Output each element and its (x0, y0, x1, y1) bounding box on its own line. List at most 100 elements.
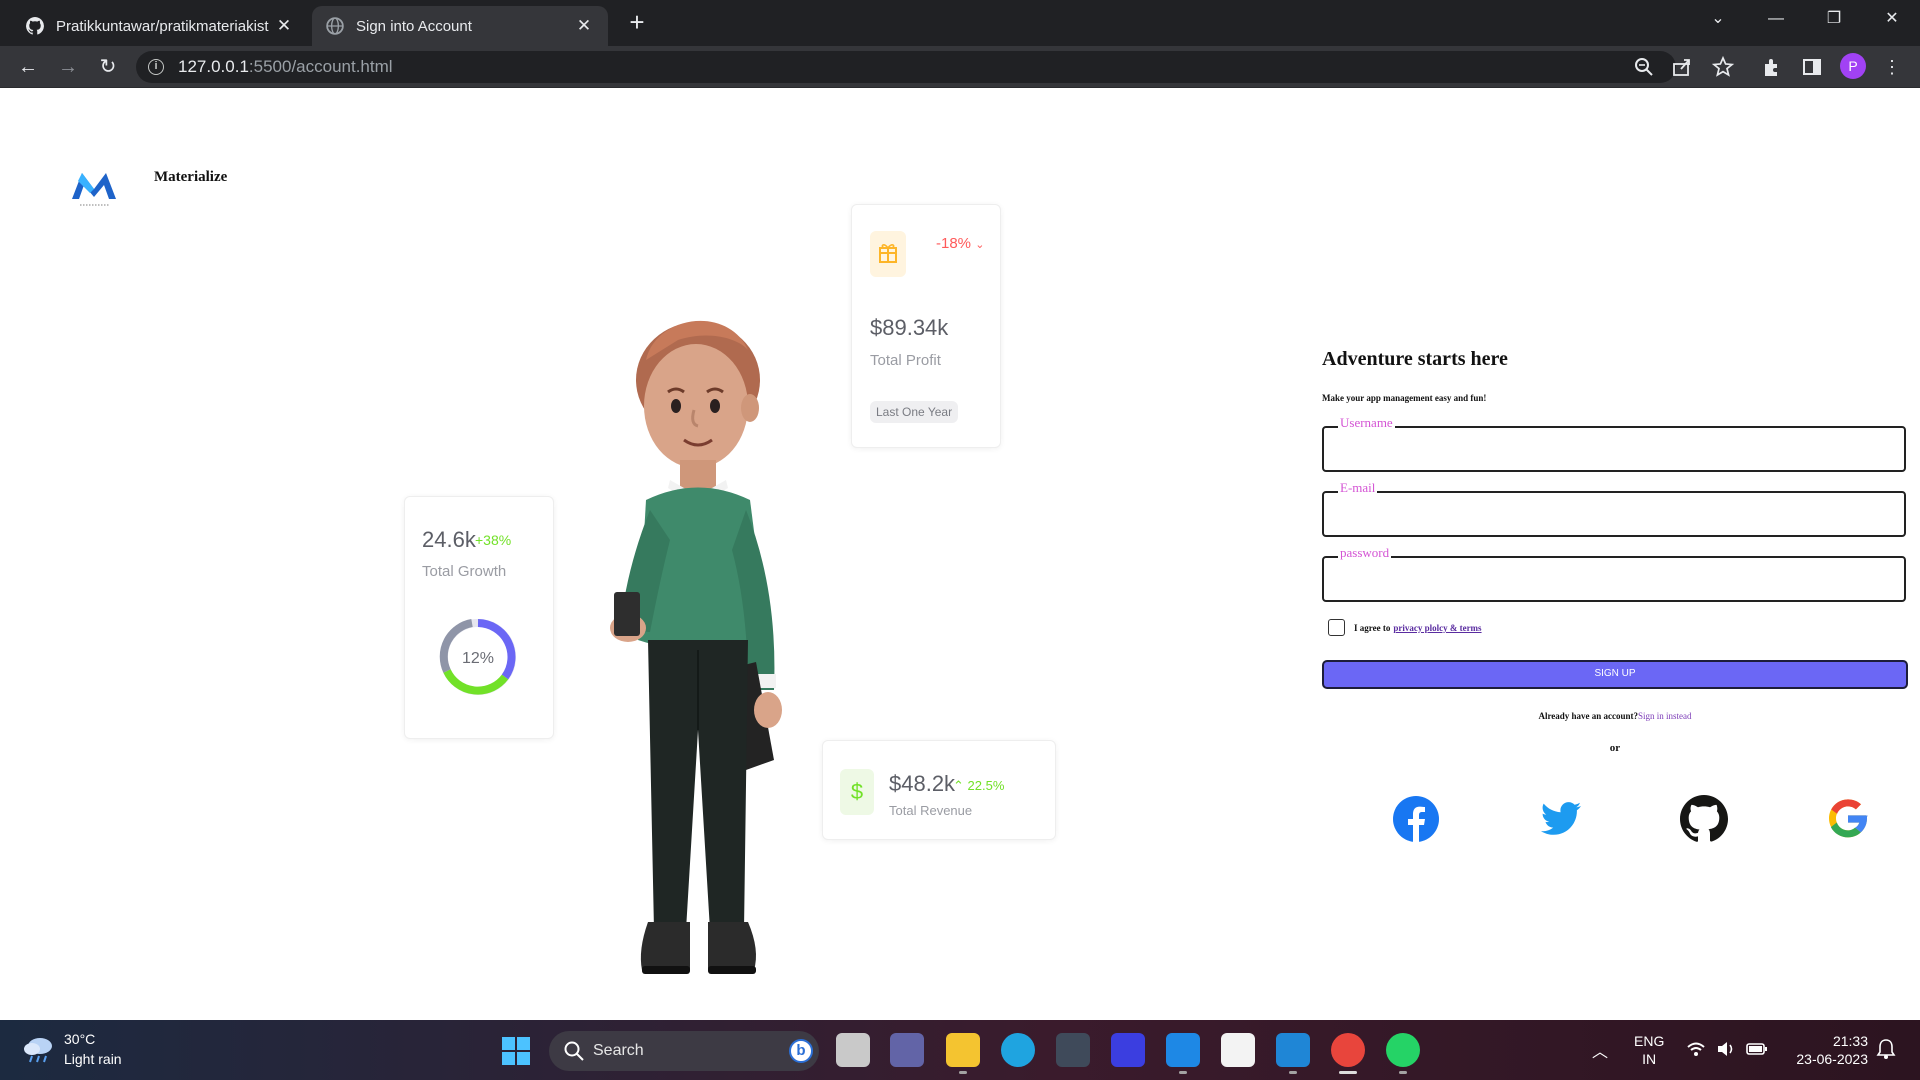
bookmark-star-icon[interactable] (1711, 55, 1735, 79)
tab-search-icon[interactable]: ⌄ (1690, 0, 1746, 38)
browser-toolbar: ← → ↻ i 127.0.0.1:5500/account.html ⋮ (0, 46, 1920, 88)
back-button[interactable]: ← (12, 51, 44, 83)
taskbar-search[interactable]: Search b (549, 1031, 819, 1071)
system-clock[interactable]: 21:33 23-06-2023 (1784, 1032, 1868, 1068)
new-tab-button[interactable]: + (622, 8, 652, 38)
windows-taskbar: 30°C Light rain Search b ︿ ENG IN 21:33 23… (0, 1020, 1920, 1080)
facebook-icon[interactable] (1392, 795, 1440, 843)
vscode-icon[interactable] (1276, 1033, 1310, 1074)
character-illustration (610, 320, 782, 974)
running-indicator (1339, 1071, 1357, 1074)
password-input[interactable] (1324, 558, 1904, 600)
file-explorer-icon[interactable] (946, 1033, 980, 1074)
chrome-icon[interactable] (1331, 1033, 1365, 1074)
growth-change: +38% (475, 532, 512, 548)
restore-button[interactable]: ❐ (1806, 0, 1862, 38)
globe-icon (326, 17, 344, 35)
running-indicator (959, 1071, 967, 1074)
menu-kebab-icon[interactable]: ⋮ (1880, 55, 1904, 79)
chevron-down-icon: ⌄ (975, 239, 985, 251)
extensions-icon[interactable] (1760, 55, 1784, 79)
form-title: Adventure starts here (1322, 348, 1508, 370)
profit-period-chip: Last One Year (870, 401, 959, 423)
have-account-label: Already have an account? (1538, 711, 1639, 721)
tab-github[interactable]: Pratikkuntawar/pratikmateriakist ✕ (12, 6, 308, 46)
search-icon (564, 1041, 584, 1061)
url-path: :5500/account.html (248, 57, 393, 76)
address-bar[interactable]: i 127.0.0.1:5500/account.html (136, 51, 1676, 83)
minimize-button[interactable]: — (1748, 0, 1804, 38)
google-icon[interactable] (1824, 795, 1872, 843)
total-revenue-card: $ $48.2k ⌃ 22.5% Total Revenue (822, 740, 1056, 840)
github-icon[interactable] (1680, 795, 1728, 843)
teams-icon[interactable] (890, 1033, 924, 1067)
running-indicator (1179, 1071, 1187, 1074)
close-tab-icon[interactable]: ✕ (574, 16, 594, 36)
store-icon[interactable] (1221, 1033, 1255, 1067)
profile-avatar[interactable]: P (1840, 53, 1866, 79)
edge-icon[interactable] (1001, 1033, 1035, 1067)
battery-icon[interactable] (1746, 1042, 1768, 1056)
dollar-icon: $ (840, 769, 874, 815)
privacy-terms-link[interactable]: privacy plolcy & terms (1393, 623, 1481, 633)
or-divider: or (1609, 742, 1621, 754)
password-label: password (1338, 545, 1392, 560)
tab-sign-in[interactable]: Sign into Account ✕ (312, 6, 608, 46)
side-panel-icon[interactable] (1800, 55, 1824, 79)
site-info-icon[interactable]: i (148, 59, 164, 75)
url-text: 127.0.0.1:5500/account.html (178, 57, 393, 77)
rain-cloud-icon[interactable] (22, 1034, 56, 1064)
email-input[interactable] (1324, 493, 1904, 535)
clock-date: 23-06-2023 (1796, 1051, 1868, 1067)
tab-title: Pratikkuntawar/pratikmateriakist (56, 17, 269, 35)
bing-icon[interactable]: b (789, 1039, 813, 1063)
growth-donut-chart: 12% (439, 619, 516, 695)
volume-icon[interactable] (1716, 1040, 1736, 1058)
gift-icon-box (870, 231, 906, 277)
language-indicator[interactable]: ENG IN (1634, 1032, 1664, 1068)
form-subtitle: Make your app management easy and fun! (1322, 393, 1487, 403)
profit-label: Total Profit (870, 352, 941, 369)
app-m-icon[interactable] (1111, 1033, 1145, 1067)
clock-time: 21:33 (1832, 1033, 1868, 1049)
email-label: E-mail (1338, 480, 1378, 495)
email-field[interactable]: E-mail (1322, 481, 1906, 537)
growth-label: Total Growth (422, 563, 507, 580)
growth-value: 24.6k (422, 527, 476, 552)
search-placeholder: Search (593, 1042, 644, 1059)
sign-in-link[interactable]: Sign in instead (1638, 711, 1692, 721)
username-input[interactable] (1324, 428, 1904, 470)
username-field[interactable]: Username (1322, 416, 1906, 472)
sign-up-button[interactable]: SIGN UP (1322, 660, 1908, 689)
unity-icon[interactable] (1056, 1033, 1090, 1067)
revenue-change-value: 22.5% (967, 778, 1005, 793)
terms-agreement: I agree to privacy plolcy & terms (1328, 619, 1482, 636)
username-label: Username (1338, 415, 1395, 430)
lang-line1: ENG (1634, 1033, 1665, 1049)
task-view-icon[interactable] (836, 1033, 870, 1067)
materialize-logo (72, 173, 116, 206)
close-window-button[interactable]: ✕ (1864, 0, 1920, 38)
total-growth-card: 24.6k +38% Total Growth 12% (404, 496, 554, 739)
running-indicator (1289, 1071, 1297, 1074)
reload-button[interactable]: ↻ (92, 51, 124, 83)
forward-button[interactable]: → (52, 51, 84, 83)
zoom-icon[interactable] (1632, 55, 1656, 79)
notifications-icon[interactable] (1876, 1038, 1896, 1060)
weather-temperature[interactable]: 30°C (64, 1031, 95, 1047)
revenue-change: ⌃ 22.5% (953, 778, 1004, 794)
mail-icon[interactable] (1166, 1033, 1200, 1074)
github-icon (26, 17, 44, 35)
chevron-up-icon[interactable]: ︿ (1592, 1038, 1608, 1062)
windows-start-icon[interactable] (502, 1037, 530, 1065)
password-field[interactable]: password (1322, 546, 1906, 602)
twitter-icon[interactable] (1536, 795, 1584, 843)
weather-description[interactable]: Light rain (64, 1051, 122, 1067)
share-icon[interactable] (1670, 55, 1694, 79)
revenue-value: $48.2k (889, 771, 956, 796)
terms-checkbox[interactable] (1328, 619, 1345, 636)
whatsapp-icon[interactable] (1386, 1033, 1420, 1074)
close-tab-icon[interactable]: ✕ (274, 16, 294, 36)
donut-label: 12% (462, 650, 494, 667)
wifi-icon[interactable] (1686, 1040, 1706, 1058)
